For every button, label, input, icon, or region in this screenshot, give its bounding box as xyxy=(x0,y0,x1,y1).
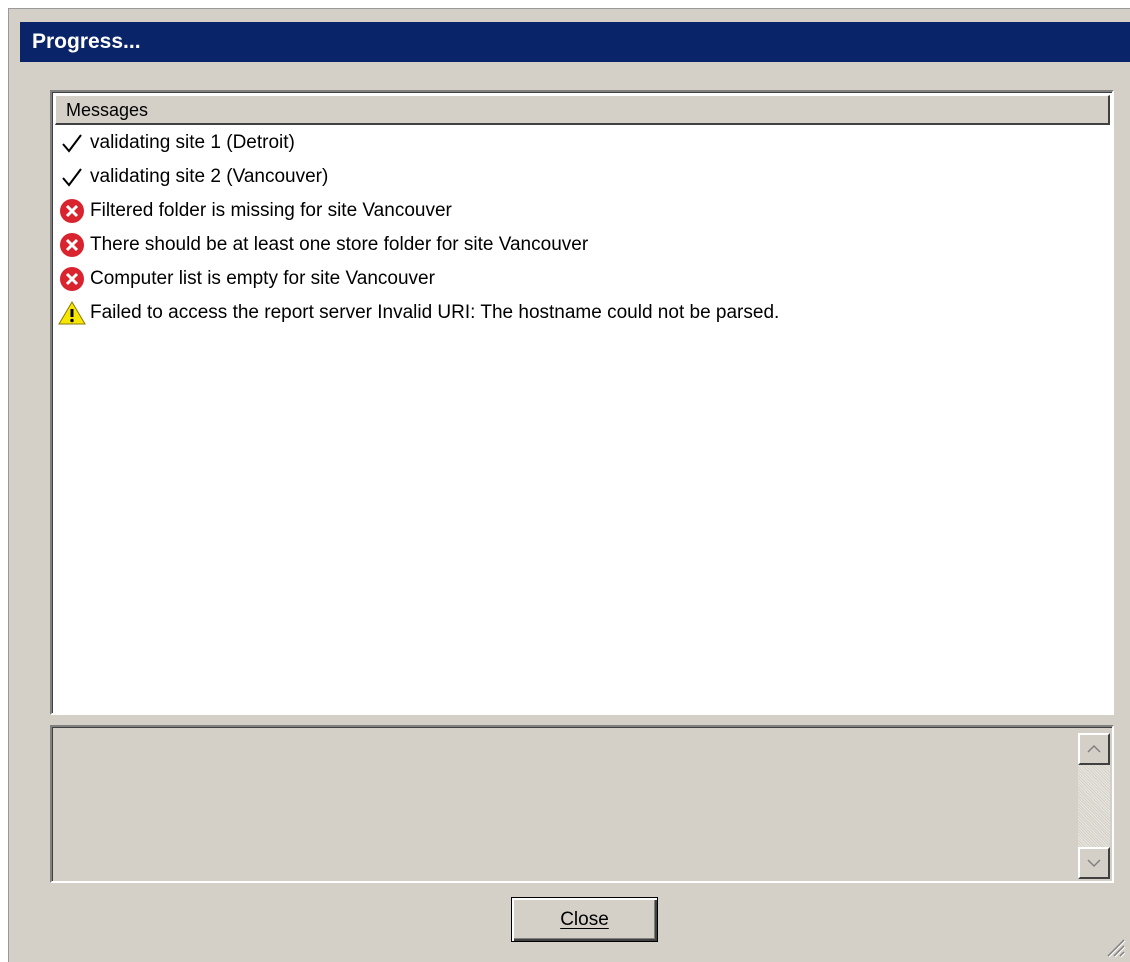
progress-dialog: Progress... Messages validating site 1 (… xyxy=(0,0,1130,962)
arrow-up-icon xyxy=(1087,744,1101,753)
list-item[interactable]: Computer list is empty for site Vancouve… xyxy=(58,262,1108,296)
list-item[interactable]: There should be at least one store folde… xyxy=(58,228,1108,262)
message-text: There should be at least one store folde… xyxy=(90,234,589,255)
messages-column-header[interactable]: Messages xyxy=(55,95,1110,125)
vertical-scrollbar[interactable] xyxy=(1078,733,1110,879)
close-button[interactable]: Close xyxy=(511,897,658,942)
error-icon xyxy=(58,231,86,259)
list-item[interactable]: validating site 1 (Detroit) xyxy=(58,126,1108,160)
messages-list[interactable]: Messages validating site 1 (Detroit) val… xyxy=(50,90,1114,715)
list-item[interactable]: Failed to access the report server Inval… xyxy=(58,296,1108,330)
error-icon xyxy=(58,197,86,225)
resize-grip-icon[interactable] xyxy=(1102,934,1126,958)
message-text: validating site 1 (Detroit) xyxy=(90,132,295,153)
error-icon xyxy=(58,265,86,293)
dialog-title[interactable]: Progress... xyxy=(20,22,1130,62)
message-text: Computer list is empty for site Vancouve… xyxy=(90,268,435,289)
scroll-down-button[interactable] xyxy=(1078,847,1110,879)
message-text: Failed to access the report server Inval… xyxy=(90,302,780,323)
check-icon xyxy=(58,163,86,191)
message-detail-area[interactable] xyxy=(50,725,1114,883)
message-text: validating site 2 (Vancouver) xyxy=(90,166,329,187)
list-item[interactable]: Filtered folder is missing for site Vanc… xyxy=(58,194,1108,228)
warning-icon xyxy=(58,299,86,327)
message-text: Filtered folder is missing for site Vanc… xyxy=(90,200,452,221)
messages-rows: validating site 1 (Detroit) validating s… xyxy=(58,126,1108,330)
check-icon xyxy=(58,129,86,157)
close-button-label: Close xyxy=(560,908,609,930)
arrow-down-icon xyxy=(1087,859,1101,868)
list-item[interactable]: validating site 2 (Vancouver) xyxy=(58,160,1108,194)
scroll-up-button[interactable] xyxy=(1078,733,1110,765)
